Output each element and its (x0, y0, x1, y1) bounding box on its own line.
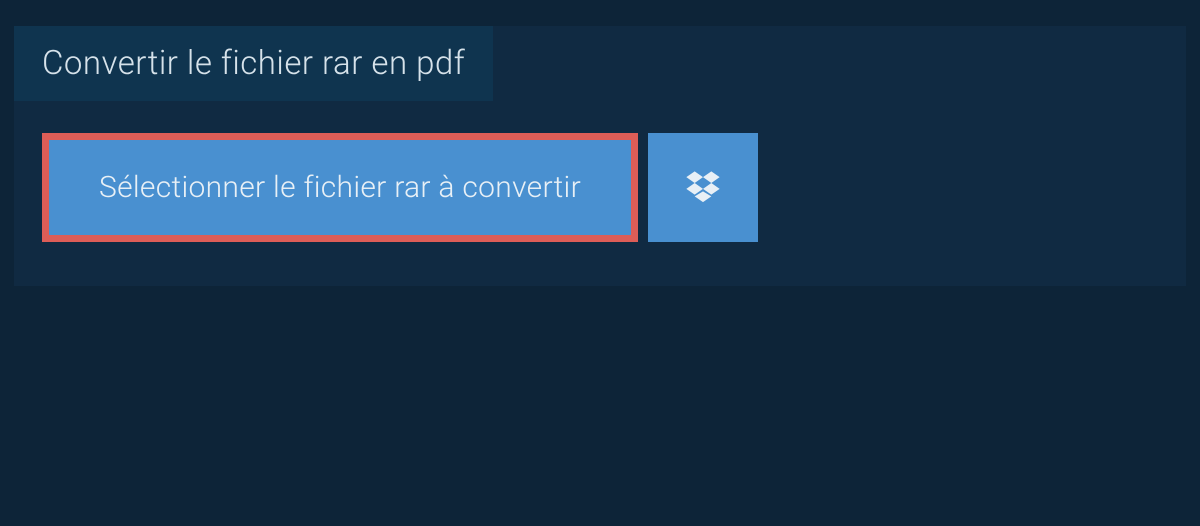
converter-panel: Convertir le fichier rar en pdf Sélectio… (14, 26, 1186, 286)
page-title: Convertir le fichier rar en pdf (42, 44, 465, 83)
action-row: Sélectionner le fichier rar à convertir (42, 133, 1186, 242)
select-file-label: Sélectionner le fichier rar à convertir (99, 170, 581, 205)
dropbox-button[interactable] (648, 133, 758, 242)
dropbox-icon (683, 168, 723, 208)
select-file-button[interactable]: Sélectionner le fichier rar à convertir (42, 133, 638, 242)
title-bar: Convertir le fichier rar en pdf (14, 26, 493, 101)
